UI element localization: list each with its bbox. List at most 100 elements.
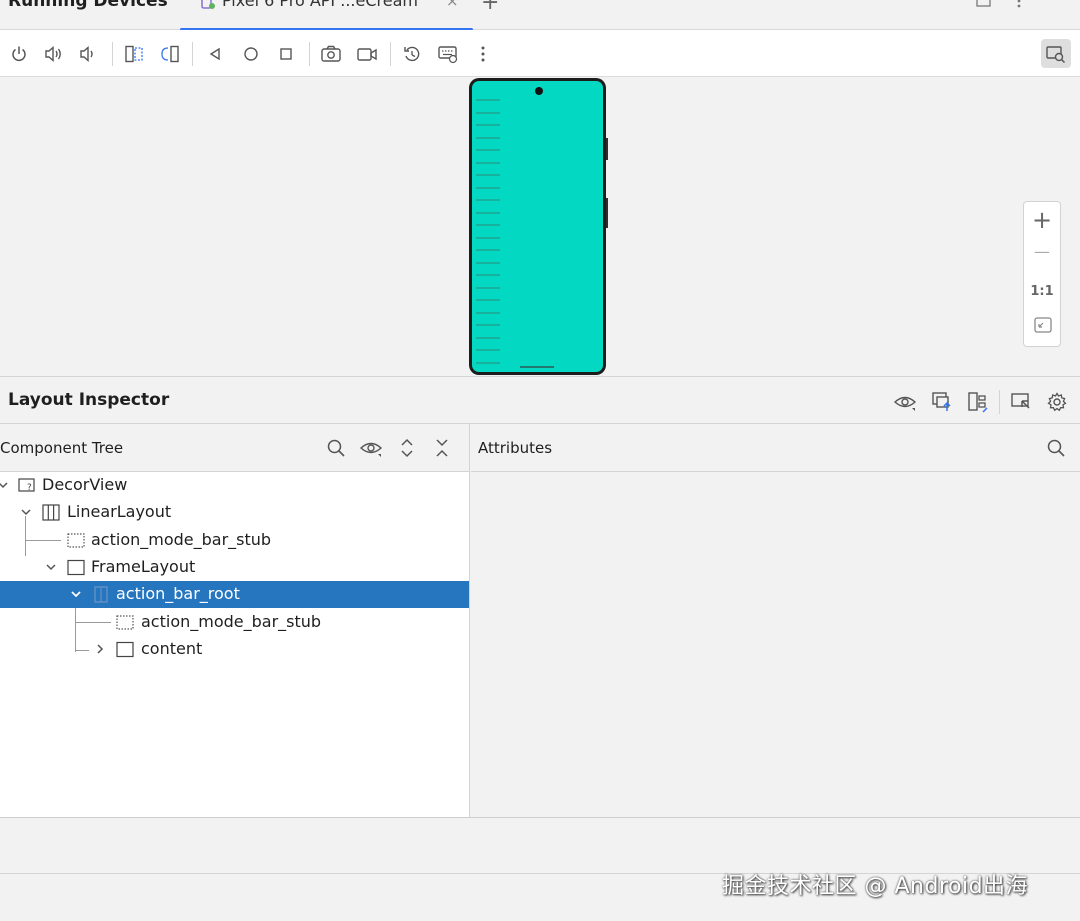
device-screen[interactable] xyxy=(472,81,603,372)
chevron-down-icon[interactable] xyxy=(19,505,33,519)
chevron-down-icon[interactable] xyxy=(69,587,83,601)
zoom-out-button[interactable]: — xyxy=(1024,242,1060,261)
rotate-left-button[interactable] xyxy=(122,42,146,66)
running-devices-title: Running Devices xyxy=(8,0,168,11)
attributes-panel xyxy=(471,472,1080,817)
options-icon[interactable] xyxy=(1014,0,1024,8)
back-button[interactable] xyxy=(203,42,227,66)
device-frame[interactable] xyxy=(469,78,608,375)
view-options-button[interactable] xyxy=(893,390,917,414)
volume-up-button[interactable] xyxy=(42,42,66,66)
eye-icon xyxy=(893,396,917,411)
screen-text-line xyxy=(476,337,500,339)
live-updates-button[interactable] xyxy=(1009,390,1033,414)
component-tree-header: Component Tree xyxy=(0,424,470,472)
fit-screen-icon[interactable] xyxy=(1033,316,1053,334)
device-side-button xyxy=(606,198,608,228)
frame-layout-icon xyxy=(67,559,85,576)
screen-text-line xyxy=(476,162,500,164)
overview-icon xyxy=(280,48,292,60)
rotate-right-button[interactable] xyxy=(158,42,182,66)
zoom-controls: + — 1:1 xyxy=(1023,201,1061,347)
load-overlay-button[interactable] xyxy=(966,390,990,414)
chevron-right-icon[interactable] xyxy=(93,642,107,656)
keyboard-button[interactable] xyxy=(436,42,460,66)
tree-node-label: FrameLayout xyxy=(91,557,196,576)
live-updates-icon xyxy=(1011,393,1030,409)
tree-node-label: action_mode_bar_stub xyxy=(91,530,272,549)
tree-node-linearlayout[interactable]: LinearLayout xyxy=(0,499,469,526)
tree-search-button[interactable] xyxy=(324,436,348,460)
screen-text-line xyxy=(476,324,500,326)
tree-node-action-bar-root[interactable]: action_bar_root xyxy=(0,581,469,608)
gear-icon xyxy=(1047,392,1067,412)
tree-node-label: action_mode_bar_stub xyxy=(141,612,322,631)
device-side-button xyxy=(606,138,608,160)
tree-node-framelayout[interactable]: FrameLayout xyxy=(0,554,469,581)
decor-view-icon: ? xyxy=(18,478,35,493)
screen-text-line xyxy=(476,237,500,239)
power-button[interactable] xyxy=(7,42,31,66)
snapshot-export-button[interactable] xyxy=(930,390,954,414)
screen-text-line xyxy=(476,174,500,176)
fit-windows-layout-icon xyxy=(94,586,108,603)
settings-button[interactable] xyxy=(1045,390,1069,414)
tree-view-options-button[interactable] xyxy=(359,436,383,460)
screen-text-line xyxy=(476,112,500,114)
gesture-nav-bar xyxy=(520,366,554,368)
minimize-icon[interactable] xyxy=(1046,0,1062,4)
screen-record-icon xyxy=(357,48,377,61)
attributes-header: Attributes xyxy=(471,424,1080,472)
load-overlay-icon xyxy=(968,392,988,413)
tree-node-label: LinearLayout xyxy=(67,502,172,521)
tree-node-label: action_bar_root xyxy=(116,584,240,603)
tree-node-decorview[interactable]: ? DecorView xyxy=(0,472,469,499)
chevron-down-icon[interactable] xyxy=(44,560,58,574)
screen-text-line xyxy=(476,149,500,151)
screen-record-button[interactable] xyxy=(355,42,379,66)
collapse-all-button[interactable] xyxy=(430,436,454,460)
more-button[interactable] xyxy=(471,42,495,66)
maximize-icon[interactable] xyxy=(976,0,992,8)
watermark-text: 掘金技术社区 @ Android出海 xyxy=(722,874,1029,899)
component-tree-label: Component Tree xyxy=(0,439,124,457)
screenshot-icon xyxy=(321,45,341,62)
home-button[interactable] xyxy=(239,42,263,66)
volume-down-icon xyxy=(80,45,93,63)
linear-layout-icon xyxy=(42,504,60,521)
expand-all-button[interactable] xyxy=(395,436,419,460)
overview-button[interactable] xyxy=(274,42,298,66)
chevron-down-icon[interactable] xyxy=(0,478,10,492)
screen-text-line xyxy=(476,299,500,301)
toolbar-separator xyxy=(112,42,113,66)
keyboard-icon xyxy=(438,46,458,64)
attributes-label: Attributes xyxy=(478,439,553,457)
view-stub-icon xyxy=(67,533,85,548)
volume-up-icon xyxy=(45,45,61,63)
actual-size-button[interactable]: 1:1 xyxy=(1024,284,1060,299)
tree-node-content[interactable]: content xyxy=(0,636,469,663)
attributes-search-button[interactable] xyxy=(1044,436,1068,460)
camera-cutout xyxy=(535,87,543,95)
device-tab[interactable]: Pixel 6 Pro API ...eCream × xyxy=(180,0,473,31)
expand-all-icon xyxy=(401,438,413,458)
collapse-all-icon xyxy=(436,439,448,457)
add-tab-icon[interactable]: + xyxy=(481,0,499,15)
back-icon xyxy=(209,47,220,61)
layout-inspector-toggle-button[interactable] xyxy=(1041,39,1071,68)
tree-node-action-mode-bar-stub[interactable]: action_mode_bar_stub xyxy=(0,527,469,554)
screen-text-line xyxy=(476,199,500,201)
close-tab-icon[interactable]: × xyxy=(446,0,459,10)
tree-node-label: DecorView xyxy=(42,475,128,494)
reset-button[interactable] xyxy=(400,42,424,66)
zoom-in-button[interactable]: + xyxy=(1024,206,1060,234)
screen-text-line xyxy=(476,249,500,251)
tree-node-label: content xyxy=(141,639,203,658)
volume-down-button[interactable] xyxy=(76,42,100,66)
layout-inspector-header: Layout Inspector xyxy=(0,376,1080,424)
screen-text-line xyxy=(476,362,500,364)
screen-text-line xyxy=(476,137,500,139)
tree-node-action-mode-bar-stub[interactable]: action_mode_bar_stub xyxy=(0,609,469,636)
screenshot-button[interactable] xyxy=(319,42,343,66)
snapshot-export-icon xyxy=(932,392,951,411)
